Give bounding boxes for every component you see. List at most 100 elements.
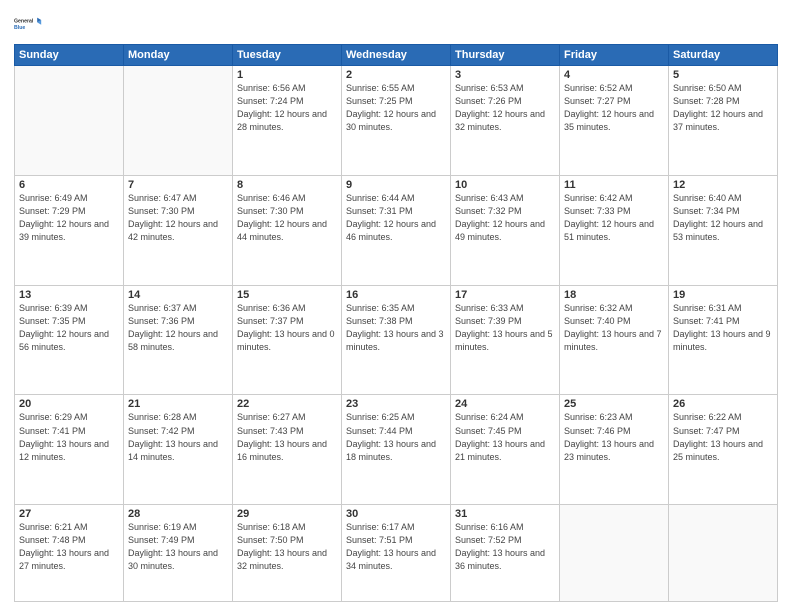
calendar-cell: 10 Sunrise: 6:43 AMSunset: 7:32 PMDayligh… xyxy=(451,175,560,285)
day-detail: Sunrise: 6:42 AMSunset: 7:33 PMDaylight:… xyxy=(564,193,654,242)
day-number: 21 xyxy=(128,398,228,410)
day-detail: Sunrise: 6:50 AMSunset: 7:28 PMDaylight:… xyxy=(673,83,763,132)
day-detail: Sunrise: 6:25 AMSunset: 7:44 PMDaylight:… xyxy=(346,412,436,461)
day-detail: Sunrise: 6:43 AMSunset: 7:32 PMDaylight:… xyxy=(455,193,545,242)
calendar-cell: 13 Sunrise: 6:39 AMSunset: 7:35 PMDayligh… xyxy=(15,285,124,395)
calendar-cell: 16 Sunrise: 6:35 AMSunset: 7:38 PMDayligh… xyxy=(342,285,451,395)
day-number: 5 xyxy=(673,69,773,81)
day-number: 18 xyxy=(564,289,664,301)
day-detail: Sunrise: 6:53 AMSunset: 7:26 PMDaylight:… xyxy=(455,83,545,132)
calendar-cell: 5 Sunrise: 6:50 AMSunset: 7:28 PMDaylight… xyxy=(669,66,778,176)
calendar-cell: 19 Sunrise: 6:31 AMSunset: 7:41 PMDayligh… xyxy=(669,285,778,395)
day-detail: Sunrise: 6:31 AMSunset: 7:41 PMDaylight:… xyxy=(673,303,771,352)
calendar-cell: 20Sunrise: 6:29 AMSunset: 7:41 PMDayligh… xyxy=(15,395,124,505)
day-number: 4 xyxy=(564,69,664,81)
day-detail: Sunrise: 6:22 AMSunset: 7:47 PMDaylight:… xyxy=(673,412,763,461)
day-detail: Sunrise: 6:47 AMSunset: 7:30 PMDaylight:… xyxy=(128,193,218,242)
day-header-thursday: Thursday xyxy=(451,45,560,66)
svg-text:Blue: Blue xyxy=(14,25,25,31)
calendar-cell: 30 Sunrise: 6:17 AMSunset: 7:51 PMDayligh… xyxy=(342,505,451,602)
week-row-3: 13 Sunrise: 6:39 AMSunset: 7:35 PMDayligh… xyxy=(15,285,778,395)
day-number: 24 xyxy=(455,398,555,410)
day-detail: Sunrise: 6:35 AMSunset: 7:38 PMDaylight:… xyxy=(346,303,444,352)
day-detail: Sunrise: 6:56 AMSunset: 7:24 PMDaylight:… xyxy=(237,83,327,132)
day-number: 10 xyxy=(455,179,555,191)
calendar-cell: 14 Sunrise: 6:37 AMSunset: 7:36 PMDayligh… xyxy=(124,285,233,395)
day-number: 8 xyxy=(237,179,337,191)
day-detail: Sunrise: 6:39 AMSunset: 7:35 PMDaylight:… xyxy=(19,303,109,352)
calendar-cell: 24 Sunrise: 6:24 AMSunset: 7:45 PMDayligh… xyxy=(451,395,560,505)
calendar-cell: 22Sunrise: 6:27 AMSunset: 7:43 PMDayligh… xyxy=(233,395,342,505)
day-number: 27 xyxy=(19,508,119,520)
day-detail: Sunrise: 6:36 AMSunset: 7:37 PMDaylight:… xyxy=(237,303,335,352)
day-number: 19 xyxy=(673,289,773,301)
calendar-cell: 26 Sunrise: 6:22 AMSunset: 7:47 PMDayligh… xyxy=(669,395,778,505)
calendar-cell xyxy=(124,66,233,176)
day-number: 9 xyxy=(346,179,446,191)
day-number: 2 xyxy=(346,69,446,81)
day-detail: Sunrise: 6:28 AMSunset: 7:42 PMDaylight:… xyxy=(128,412,218,461)
day-number: 16 xyxy=(346,289,446,301)
day-detail: Sunrise: 6:19 AMSunset: 7:49 PMDaylight:… xyxy=(128,522,218,571)
day-number: 3 xyxy=(455,69,555,81)
day-number: 1 xyxy=(237,69,337,81)
calendar-cell: 2Sunrise: 6:55 AMSunset: 7:25 PMDaylight… xyxy=(342,66,451,176)
week-row-4: 20Sunrise: 6:29 AMSunset: 7:41 PMDayligh… xyxy=(15,395,778,505)
day-detail: Sunrise: 6:37 AMSunset: 7:36 PMDaylight:… xyxy=(128,303,218,352)
logo: General Blue xyxy=(14,10,44,38)
calendar-cell: 8 Sunrise: 6:46 AMSunset: 7:30 PMDaylight… xyxy=(233,175,342,285)
calendar-cell xyxy=(560,505,669,602)
day-number: 30 xyxy=(346,508,446,520)
day-detail: Sunrise: 6:16 AMSunset: 7:52 PMDaylight:… xyxy=(455,522,545,571)
day-detail: Sunrise: 6:24 AMSunset: 7:45 PMDaylight:… xyxy=(455,412,545,461)
calendar-cell xyxy=(669,505,778,602)
day-header-monday: Monday xyxy=(124,45,233,66)
week-row-5: 27 Sunrise: 6:21 AMSunset: 7:48 PMDayligh… xyxy=(15,505,778,602)
calendar-cell: 31Sunrise: 6:16 AMSunset: 7:52 PMDayligh… xyxy=(451,505,560,602)
calendar-cell: 23Sunrise: 6:25 AMSunset: 7:44 PMDayligh… xyxy=(342,395,451,505)
calendar-cell: 3 Sunrise: 6:53 AMSunset: 7:26 PMDaylight… xyxy=(451,66,560,176)
calendar-header-row: SundayMondayTuesdayWednesdayThursdayFrid… xyxy=(15,45,778,66)
day-detail: Sunrise: 6:21 AMSunset: 7:48 PMDaylight:… xyxy=(19,522,109,571)
day-detail: Sunrise: 6:44 AMSunset: 7:31 PMDaylight:… xyxy=(346,193,436,242)
calendar-cell: 29Sunrise: 6:18 AMSunset: 7:50 PMDayligh… xyxy=(233,505,342,602)
calendar-cell: 28 Sunrise: 6:19 AMSunset: 7:49 PMDayligh… xyxy=(124,505,233,602)
calendar-cell: 18 Sunrise: 6:32 AMSunset: 7:40 PMDayligh… xyxy=(560,285,669,395)
day-detail: Sunrise: 6:29 AMSunset: 7:41 PMDaylight:… xyxy=(19,412,109,461)
day-number: 13 xyxy=(19,289,119,301)
day-detail: Sunrise: 6:33 AMSunset: 7:39 PMDaylight:… xyxy=(455,303,553,352)
calendar-cell: 17 Sunrise: 6:33 AMSunset: 7:39 PMDayligh… xyxy=(451,285,560,395)
day-detail: Sunrise: 6:23 AMSunset: 7:46 PMDaylight:… xyxy=(564,412,654,461)
calendar-cell: 4 Sunrise: 6:52 AMSunset: 7:27 PMDaylight… xyxy=(560,66,669,176)
day-number: 22 xyxy=(237,398,337,410)
calendar-cell: 6 Sunrise: 6:49 AMSunset: 7:29 PMDaylight… xyxy=(15,175,124,285)
day-detail: Sunrise: 6:32 AMSunset: 7:40 PMDaylight:… xyxy=(564,303,662,352)
calendar-cell xyxy=(15,66,124,176)
day-detail: Sunrise: 6:17 AMSunset: 7:51 PMDaylight:… xyxy=(346,522,436,571)
day-header-saturday: Saturday xyxy=(669,45,778,66)
day-number: 12 xyxy=(673,179,773,191)
day-header-sunday: Sunday xyxy=(15,45,124,66)
day-number: 6 xyxy=(19,179,119,191)
calendar-cell: 11 Sunrise: 6:42 AMSunset: 7:33 PMDayligh… xyxy=(560,175,669,285)
day-detail: Sunrise: 6:46 AMSunset: 7:30 PMDaylight:… xyxy=(237,193,327,242)
calendar-table: SundayMondayTuesdayWednesdayThursdayFrid… xyxy=(14,44,778,602)
week-row-2: 6 Sunrise: 6:49 AMSunset: 7:29 PMDaylight… xyxy=(15,175,778,285)
logo-icon: General Blue xyxy=(14,10,42,38)
calendar-cell: 25 Sunrise: 6:23 AMSunset: 7:46 PMDayligh… xyxy=(560,395,669,505)
day-number: 26 xyxy=(673,398,773,410)
day-number: 14 xyxy=(128,289,228,301)
header: General Blue xyxy=(14,10,778,38)
day-number: 25 xyxy=(564,398,664,410)
day-number: 11 xyxy=(564,179,664,191)
day-number: 28 xyxy=(128,508,228,520)
day-header-tuesday: Tuesday xyxy=(233,45,342,66)
calendar-cell: 9 Sunrise: 6:44 AMSunset: 7:31 PMDaylight… xyxy=(342,175,451,285)
day-number: 17 xyxy=(455,289,555,301)
day-detail: Sunrise: 6:52 AMSunset: 7:27 PMDaylight:… xyxy=(564,83,654,132)
calendar-cell: 27 Sunrise: 6:21 AMSunset: 7:48 PMDayligh… xyxy=(15,505,124,602)
calendar-cell: 21 Sunrise: 6:28 AMSunset: 7:42 PMDayligh… xyxy=(124,395,233,505)
day-detail: Sunrise: 6:49 AMSunset: 7:29 PMDaylight:… xyxy=(19,193,109,242)
day-detail: Sunrise: 6:40 AMSunset: 7:34 PMDaylight:… xyxy=(673,193,763,242)
svg-text:General: General xyxy=(14,18,34,24)
